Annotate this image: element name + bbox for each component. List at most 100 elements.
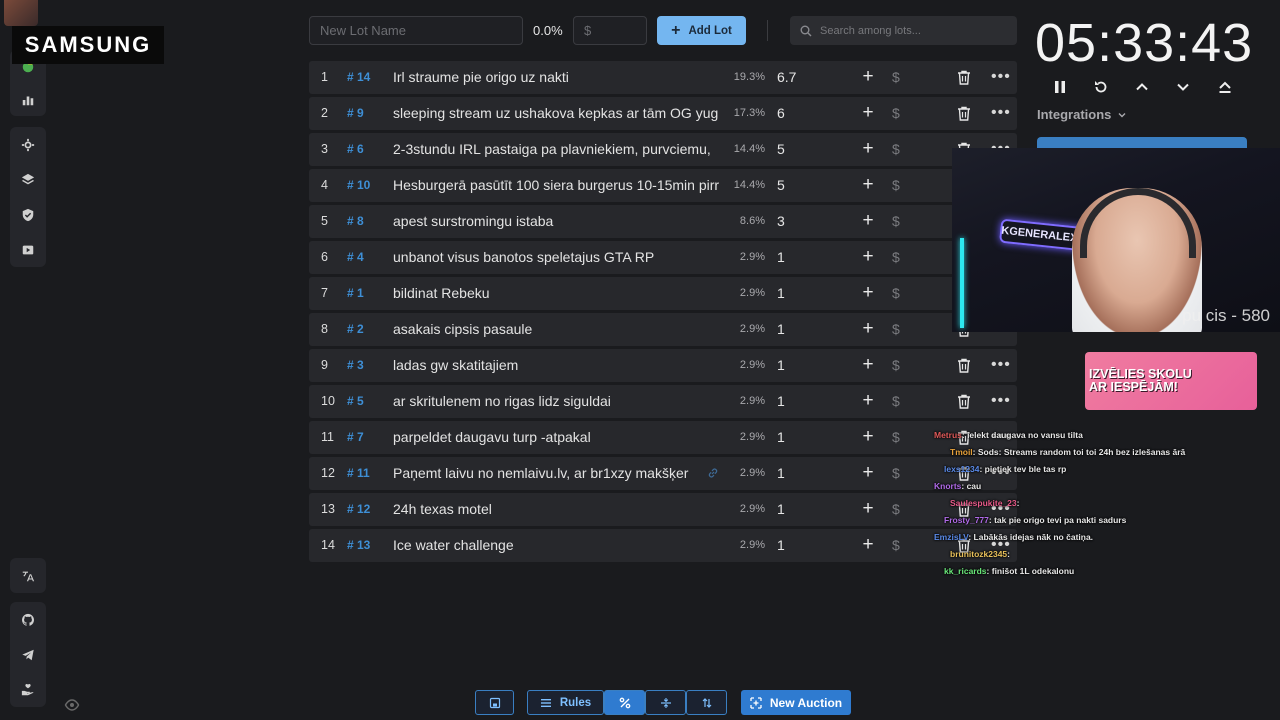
lot-amount[interactable]: 1 <box>777 285 785 301</box>
add-amount-button[interactable]: + <box>861 211 875 231</box>
sidebar-item-language[interactable] <box>10 558 46 593</box>
lot-name[interactable]: Hesburgerā pasūtīt 100 siera burgerus 10… <box>393 177 721 193</box>
lot-amount[interactable]: 1 <box>777 429 785 445</box>
delete-lot-icon[interactable] <box>957 358 971 373</box>
dollar-icon[interactable]: $ <box>892 69 900 85</box>
timer-decrease-button[interactable] <box>1173 76 1193 98</box>
dollar-icon[interactable]: $ <box>892 177 900 193</box>
align-center-button[interactable] <box>645 690 686 715</box>
add-amount-button[interactable]: + <box>861 139 875 159</box>
timer-double-up-button[interactable] <box>1215 76 1235 98</box>
lot-amount[interactable]: 3 <box>777 213 785 229</box>
add-amount-button[interactable]: + <box>861 535 875 555</box>
add-lot-button[interactable]: + Add Lot <box>657 16 746 45</box>
sidebar-item-layers[interactable] <box>10 162 46 197</box>
integrations-dropdown[interactable]: Integrations <box>1037 107 1127 122</box>
lot-amount[interactable]: 6 <box>777 105 785 121</box>
timer-increase-button[interactable] <box>1132 76 1152 98</box>
dollar-icon[interactable]: $ <box>892 285 900 301</box>
dollar-icon[interactable]: $ <box>892 501 900 517</box>
lot-name[interactable]: ar skritulenem no rigas lidz siguldai <box>393 393 721 409</box>
more-options-icon[interactable]: ••• <box>991 104 1011 122</box>
sidebar-item-security[interactable] <box>10 197 46 232</box>
add-amount-button[interactable]: + <box>861 247 875 267</box>
delete-lot-icon[interactable] <box>957 106 971 121</box>
lot-amount[interactable]: 1 <box>777 249 785 265</box>
dollar-icon[interactable]: $ <box>892 465 900 481</box>
sort-button[interactable] <box>686 690 727 715</box>
sidebar-item-stats[interactable] <box>10 83 46 116</box>
dollar-icon[interactable]: $ <box>892 213 900 229</box>
dollar-icon[interactable]: $ <box>892 537 900 553</box>
sidebar-item-github[interactable] <box>10 602 46 637</box>
sidebar-item-donate[interactable] <box>10 672 46 707</box>
lot-name[interactable]: parpeldet daugavu turp -atpakal <box>393 429 721 445</box>
chat-username: Frosty_777 <box>944 515 989 525</box>
delete-lot-icon[interactable] <box>957 70 971 85</box>
lot-name[interactable]: bildinat Rebeku <box>393 285 721 301</box>
add-amount-button[interactable]: + <box>861 67 875 87</box>
lot-amount[interactable]: 1 <box>777 501 785 517</box>
lot-name[interactable]: Irl straume pie origo uz nakti <box>393 69 721 85</box>
lot-amount[interactable]: 5 <box>777 177 785 193</box>
sidebar-item-telegram[interactable] <box>10 637 46 672</box>
dollar-icon[interactable]: $ <box>892 105 900 121</box>
add-amount-button[interactable]: + <box>861 391 875 411</box>
lot-amount[interactable]: 1 <box>777 393 785 409</box>
percent-toggle-button[interactable] <box>604 690 645 715</box>
more-options-icon[interactable]: ••• <box>991 392 1011 410</box>
delete-lot-icon[interactable] <box>957 394 971 409</box>
sidebar-item-settings[interactable] <box>10 127 46 162</box>
search-input[interactable] <box>820 24 1010 37</box>
lot-amount[interactable]: 1 <box>777 465 785 481</box>
lot-name[interactable]: apest surstromingu istaba <box>393 213 721 229</box>
webcam-overlay: KGENERALEXE pu cis - 580 <box>952 148 1280 332</box>
save-button[interactable] <box>475 690 514 715</box>
chat-username: Metrus <box>934 430 962 440</box>
lot-index: 7 <box>321 286 328 300</box>
lot-amount[interactable]: 6.7 <box>777 69 796 85</box>
eye-icon[interactable] <box>64 698 80 712</box>
dollar-icon[interactable]: $ <box>892 141 900 157</box>
dollar-icon[interactable]: $ <box>892 393 900 409</box>
link-icon[interactable] <box>707 467 719 479</box>
more-options-icon[interactable]: ••• <box>991 68 1011 86</box>
lot-name[interactable]: 2-3stundu IRL pastaiga pa plavniekiem, p… <box>393 141 721 157</box>
lot-name[interactable]: Ice water challenge <box>393 537 721 553</box>
add-amount-button[interactable]: + <box>861 283 875 303</box>
rules-button[interactable]: Rules <box>527 690 604 715</box>
lot-name[interactable]: ladas gw skatitajiem <box>393 357 721 373</box>
lot-toolbar: 0.0% + Add Lot <box>309 16 1017 45</box>
sidebar-item-video[interactable] <box>10 232 46 267</box>
lot-name[interactable]: 24h texas motel <box>393 501 721 517</box>
add-amount-button[interactable]: + <box>861 499 875 519</box>
add-amount-button[interactable]: + <box>861 319 875 339</box>
lot-amount[interactable]: 1 <box>777 321 785 337</box>
lot-search[interactable] <box>790 16 1017 45</box>
new-auction-button[interactable]: New Auction <box>741 690 851 715</box>
add-amount-button[interactable]: + <box>861 463 875 483</box>
lot-amount[interactable]: 1 <box>777 357 785 373</box>
dollar-icon[interactable]: $ <box>892 357 900 373</box>
promo-banner: IZVĒLIES SKOLU AR IESPĒJĀM! <box>1085 352 1257 410</box>
dollar-icon[interactable]: $ <box>892 429 900 445</box>
more-options-icon[interactable]: ••• <box>991 356 1011 374</box>
add-amount-button[interactable]: + <box>861 427 875 447</box>
add-amount-button[interactable]: + <box>861 175 875 195</box>
dollar-icon[interactable]: $ <box>892 321 900 337</box>
lot-amount[interactable]: 1 <box>777 537 785 553</box>
add-amount-button[interactable]: + <box>861 103 875 123</box>
chat-username: Tmoil <box>950 447 973 457</box>
lot-name[interactable]: asakais cipsis pasaule <box>393 321 721 337</box>
lot-name[interactable]: sleeping stream uz ushakova kepkas ar tā… <box>393 105 721 121</box>
new-lot-amount-input[interactable] <box>573 16 647 45</box>
lot-name[interactable]: Paņemt laivu no nemlaivu.lv, ar br1xzy m… <box>393 465 721 481</box>
pause-button[interactable] <box>1050 76 1070 98</box>
dollar-icon[interactable]: $ <box>892 249 900 265</box>
chat-message: lexs1234: pietiek tev ble tas rp <box>944 464 1066 474</box>
add-amount-button[interactable]: + <box>861 355 875 375</box>
new-lot-name-input[interactable] <box>309 16 523 45</box>
lot-amount[interactable]: 5 <box>777 141 785 157</box>
reset-timer-button[interactable] <box>1091 76 1111 98</box>
lot-name[interactable]: unbanot visus banotos speletajus GTA RP <box>393 249 721 265</box>
